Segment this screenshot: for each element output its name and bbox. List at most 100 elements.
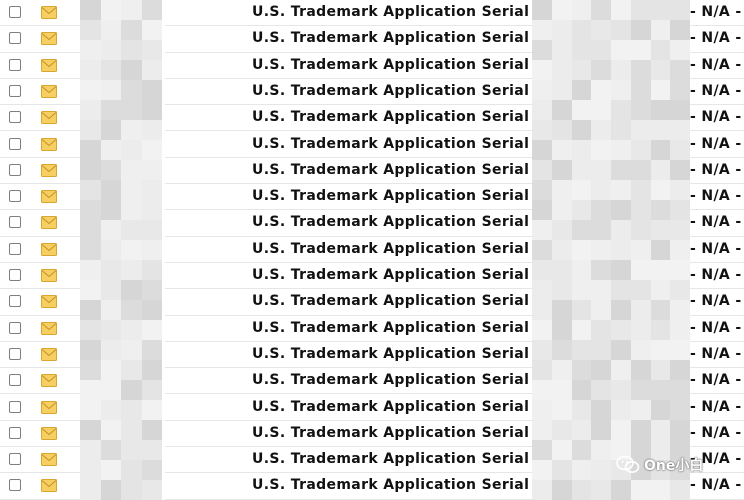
redaction-tile (611, 0, 631, 20)
redaction-tile (121, 200, 142, 220)
message-subject[interactable]: U.S. Trademark Application Serial No. (252, 83, 562, 99)
row-checkbox[interactable] (9, 84, 21, 97)
row-checkbox[interactable] (9, 216, 21, 229)
redaction-tile (650, 220, 671, 240)
redaction-tile (611, 300, 631, 320)
row-checkbox[interactable] (9, 137, 21, 150)
message-subject[interactable]: U.S. Trademark Application Serial No (252, 293, 556, 309)
row-checkbox[interactable] (9, 347, 21, 360)
redaction-tile (532, 140, 552, 160)
redaction-tile (532, 480, 552, 500)
redaction-tile (591, 100, 611, 120)
redaction-tile (80, 360, 101, 380)
redaction-tile (551, 280, 572, 300)
message-subject[interactable]: U.S. Trademark Application Serial No. (252, 57, 562, 73)
message-subject[interactable]: U.S. Trademark Application Serial No. (252, 109, 562, 125)
message-subject[interactable]: U.S. Trademark Application Serial No. (252, 346, 562, 362)
redaction-tile (532, 100, 552, 120)
message-subject[interactable]: U.S. Trademark Application Serial No (252, 451, 556, 467)
message-subject[interactable]: U.S. Trademark Application Serial No. (252, 399, 562, 415)
redaction-tile (141, 420, 162, 440)
message-subject[interactable]: U.S. Trademark Application Serial No. (252, 425, 562, 441)
redaction-tile (650, 420, 671, 440)
message-subject[interactable]: U.S. Trademark Application Serial No. (252, 188, 562, 204)
redaction-tile (571, 0, 592, 20)
row-checkbox[interactable] (9, 269, 21, 281)
row-checkbox[interactable] (9, 32, 21, 45)
message-subject[interactable]: U.S. Trademark Application Serial No. (252, 162, 562, 178)
message-subject[interactable]: U.S. Trademark Application Serial No. (252, 477, 562, 493)
row-checkbox[interactable] (9, 111, 21, 124)
redaction-tile (141, 180, 162, 200)
redaction-tile (670, 80, 690, 100)
redaction-tile (100, 140, 121, 160)
message-subject[interactable]: U.S. Trademark Application Serial No. (252, 320, 562, 336)
envelope-icon (41, 400, 57, 414)
row-checkbox[interactable] (9, 453, 21, 466)
redaction-tile (571, 320, 592, 340)
redaction-tile (650, 400, 671, 420)
message-subject[interactable]: U.S. Trademark Application Serial No. (252, 4, 562, 20)
redaction-tile (551, 340, 572, 360)
redaction-tile (121, 100, 142, 120)
redaction-tile (571, 460, 592, 480)
redaction-tile (121, 80, 142, 100)
message-subject[interactable]: U.S. Trademark Application Serial No. (252, 30, 562, 46)
row-checkbox[interactable] (9, 190, 21, 203)
redaction-tile (571, 140, 592, 160)
redaction-tile (100, 320, 121, 340)
redaction-tile (121, 20, 142, 40)
redaction-tile (551, 360, 572, 380)
redaction-tile (571, 480, 592, 500)
message-subject[interactable]: U.S. Trademark Application Serial No. (252, 372, 562, 388)
row-checkbox[interactable] (9, 58, 21, 71)
message-status: - N/A - (690, 398, 742, 415)
redaction-tile (80, 280, 101, 300)
redaction-tile (571, 240, 592, 260)
redaction-tile (591, 20, 611, 40)
redaction-tile (591, 220, 611, 240)
row-checkbox[interactable] (9, 242, 21, 255)
redaction-tile (141, 320, 162, 340)
row-checkbox[interactable] (9, 479, 21, 492)
redaction-tile (571, 180, 592, 200)
row-checkbox[interactable] (9, 426, 21, 439)
message-subject[interactable]: U.S. Trademark Application Serial No. (252, 214, 562, 230)
redaction-tile (551, 200, 572, 220)
redaction-tile (670, 400, 690, 420)
redaction-tile (650, 320, 671, 340)
redaction-tile (100, 220, 121, 240)
redaction-tile (571, 80, 592, 100)
redaction-tile (551, 220, 572, 240)
redaction-tile (100, 260, 121, 280)
redaction-tile (591, 200, 611, 220)
redaction-tile (100, 240, 121, 260)
row-checkbox[interactable] (9, 6, 21, 18)
redaction-tile (141, 480, 162, 500)
redaction-tile (670, 240, 690, 260)
redaction-tile (121, 220, 142, 240)
row-checkbox[interactable] (9, 400, 21, 413)
redaction-tile (591, 160, 611, 180)
message-subject[interactable]: U.S. Trademark Application Serial No. (252, 136, 562, 152)
redaction-tile (100, 460, 121, 480)
redaction-tile (551, 260, 572, 280)
row-checkbox[interactable] (9, 163, 21, 176)
message-subject[interactable]: U.S. Trademark Application Serial No (252, 267, 556, 283)
redaction-tile (80, 220, 101, 240)
row-checkbox[interactable] (9, 295, 21, 308)
redaction-tile (630, 80, 651, 100)
redacted-sender-column (80, 0, 162, 500)
redaction-tile (571, 420, 592, 440)
redaction-tile (650, 180, 671, 200)
row-checkbox[interactable] (9, 321, 21, 334)
redaction-tile (100, 40, 121, 60)
row-checkbox[interactable] (9, 374, 21, 387)
envelope-icon (41, 347, 57, 361)
redaction-tile (80, 340, 101, 360)
redaction-tile (630, 340, 651, 360)
redaction-tile (80, 240, 101, 260)
redaction-tile (670, 140, 690, 160)
redaction-tile (80, 100, 101, 120)
message-subject[interactable]: U.S. Trademark Application Serial No. (252, 241, 562, 257)
